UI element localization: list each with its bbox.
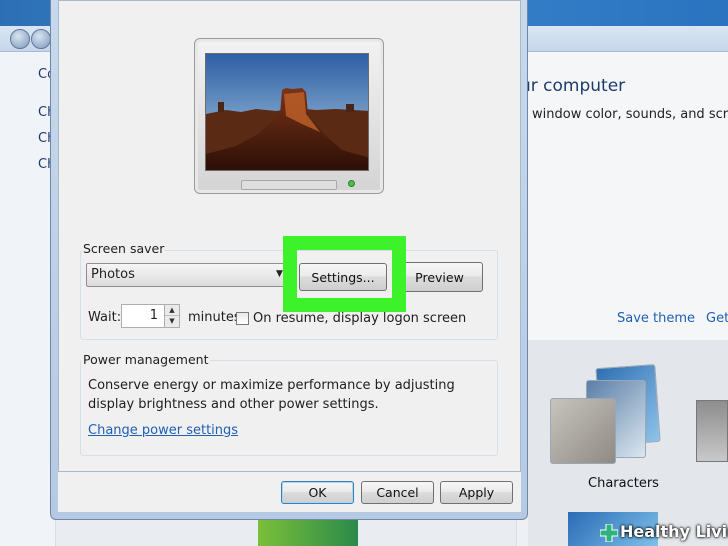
power-management-title: Power management (82, 352, 210, 367)
preview-image (205, 53, 369, 171)
wait-label: Wait: (88, 310, 122, 325)
minutes-label: minutes (188, 310, 241, 325)
watermark-text: Healthy Living (620, 522, 728, 541)
theme-thumbnail-next[interactable] (696, 400, 728, 462)
forward-button[interactable] (31, 29, 51, 49)
screen-saver-group-title: Screen saver (82, 241, 166, 256)
preview-button[interactable]: Preview (396, 262, 483, 292)
page-title: ur computer (520, 76, 626, 96)
back-button[interactable] (10, 29, 30, 49)
healthy-living-cross-icon (600, 524, 618, 542)
theme-characters[interactable] (550, 398, 616, 464)
power-description-line2: display brightness and other power setti… (88, 397, 379, 412)
resume-logon-checkbox[interactable] (236, 312, 249, 325)
wait-minutes-stepper[interactable]: ▲ ▼ (164, 304, 180, 328)
stepper-up-icon[interactable]: ▲ (165, 305, 179, 316)
screen-saver-select-value: Photos (91, 267, 135, 282)
cancel-button[interactable]: Cancel (361, 481, 434, 504)
settings-highlight-box (283, 236, 406, 312)
screen-saver-select[interactable]: Photos (86, 263, 292, 287)
resume-logon-label[interactable]: On resume, display logon screen (253, 311, 466, 326)
stepper-down-icon[interactable]: ▼ (165, 316, 179, 327)
change-power-settings-link[interactable]: Change power settings (88, 423, 238, 438)
wait-minutes-input[interactable]: 1 (121, 304, 165, 328)
save-theme-link[interactable]: Save theme (617, 311, 695, 326)
get-more-themes-link[interactable]: Get (706, 311, 728, 326)
theme-label-characters: Characters (588, 476, 659, 491)
power-led-icon (348, 180, 355, 187)
apply-button[interactable]: Apply (440, 481, 513, 504)
monitor-base (241, 180, 337, 190)
ok-button[interactable]: OK (281, 481, 354, 504)
page-subtitle: window color, sounds, and screen s (532, 107, 728, 122)
power-description-line1: Conserve energy or maximize performance … (88, 378, 455, 393)
control-panel-sidebar (0, 52, 56, 546)
theme-thumbnail-bottom[interactable] (258, 520, 358, 546)
chevron-down-icon[interactable]: ▼ (276, 269, 283, 279)
